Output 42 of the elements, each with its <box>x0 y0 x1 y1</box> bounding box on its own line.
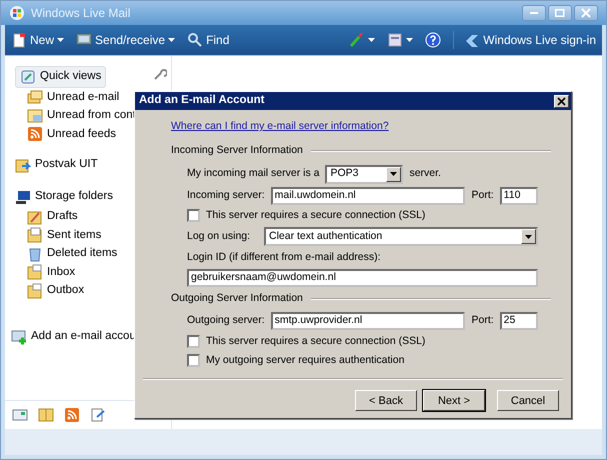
section-heading: Incoming Server Information <box>171 142 303 158</box>
checkbox-label: My outgoing server requires authentication <box>206 352 404 368</box>
dialog-button[interactable]: < Back <box>355 390 417 412</box>
sidebar-item[interactable]: Inbox <box>27 263 76 282</box>
field-value: POP3 <box>330 166 358 182</box>
logon-select[interactable]: Clear text authentication <box>264 227 538 246</box>
dialog-title: Add an E-mail Account <box>139 93 264 108</box>
field-label: Incoming server: <box>187 188 265 203</box>
sidebar-item[interactable]: Drafts <box>27 208 78 226</box>
port-field[interactable]: 110 <box>500 186 538 204</box>
field-label: Login ID (if different from e-mail address): <box>187 250 381 266</box>
section-heading: Outgoing Server Information <box>171 291 303 306</box>
sidebar-item[interactable]: Storage folders <box>15 186 113 208</box>
field-value: Clear text authentication <box>269 228 382 244</box>
checkbox-label: This server requires a secure connection (SSL) <box>206 208 426 222</box>
dialog-button[interactable]: Cancel <box>497 390 559 412</box>
sidebar-item[interactable]: Unread e-mail <box>27 88 120 106</box>
field-label: Port: <box>471 312 494 328</box>
dialog-button[interactable]: Next > <box>423 390 485 412</box>
sidebar-item[interactable]: Deleted items <box>27 244 118 263</box>
field-label: My incoming mail server is a <box>187 166 320 182</box>
field-label: Log on using: <box>187 228 250 244</box>
toolbar-button[interactable]: Send/receive <box>95 31 166 49</box>
sign-in-link[interactable]: Windows Live sign-in <box>483 31 596 49</box>
field-label: Port: <box>471 188 494 203</box>
help-link[interactable]: Where can I find my e-mail server information? <box>171 120 389 132</box>
login-field[interactable]: gebruikersnaam@uwdomein.nl <box>187 269 538 287</box>
sidebar-item[interactable]: Quick views <box>15 66 106 88</box>
toolbar-button[interactable]: New <box>30 31 54 49</box>
checkbox-label: This server requires a secure connection (SSL) <box>206 334 426 349</box>
server-field[interactable]: mail.uwdomein.nl <box>270 186 466 204</box>
field-label: server. <box>409 166 441 182</box>
server-type-select[interactable]: POP3 <box>325 164 404 184</box>
sidebar-item[interactable]: Unread feeds <box>27 125 116 144</box>
sidebar-item[interactable]: Postvak UIT <box>15 154 98 176</box>
server-field[interactable]: smtp.uwprovider.nl <box>270 312 466 330</box>
sidebar-item[interactable]: Sent items <box>27 226 102 244</box>
window-title: Windows Live Mail <box>31 5 130 22</box>
port-field[interactable]: 25 <box>500 312 538 330</box>
toolbar-button[interactable]: Find <box>206 31 230 49</box>
field-label: Outgoing server: <box>187 312 265 328</box>
sidebar-item[interactable]: Outbox <box>27 282 84 300</box>
